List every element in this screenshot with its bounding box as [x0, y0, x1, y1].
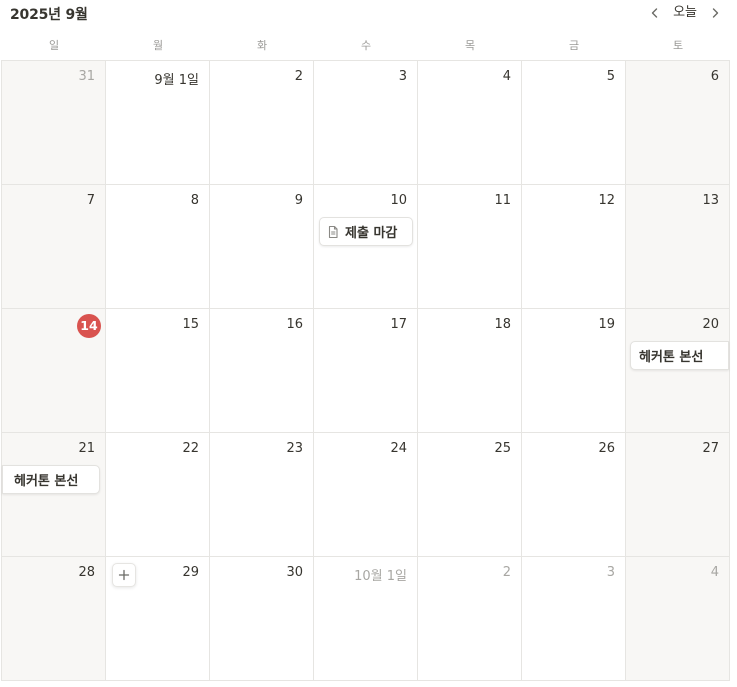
day-cell[interactable]: 3 — [522, 557, 626, 681]
day-number: 5 — [606, 69, 615, 84]
day-cell[interactable]: 13 — [626, 185, 730, 309]
day-number: 20 — [702, 317, 719, 332]
day-cell[interactable]: 25 — [418, 433, 522, 557]
calendar-grid: 31 9월 1일 2 3 4 5 6 7 8 9 10 제출 마감 11 12 … — [1, 60, 730, 681]
day-cell[interactable]: 10월 1일 — [314, 557, 418, 681]
weekday-label: 수 — [360, 39, 372, 52]
day-cell[interactable]: 18 — [418, 309, 522, 433]
weekday-label: 일 — [48, 39, 60, 52]
day-number: 3 — [606, 565, 615, 580]
day-cell[interactable]: 11 — [418, 185, 522, 309]
day-number: 27 — [702, 441, 719, 456]
weekday-label: 토 — [672, 39, 684, 52]
day-cell[interactable]: 15 — [106, 309, 210, 433]
prev-month-button[interactable] — [645, 3, 665, 23]
next-month-button[interactable] — [705, 3, 725, 23]
event-title: 헤커톤 본선 — [639, 350, 704, 365]
day-cell[interactable]: 19 — [522, 309, 626, 433]
weekday-label: 금 — [568, 39, 580, 52]
add-event-button[interactable] — [112, 563, 136, 587]
event-title: 헤커톤 본선 — [14, 474, 79, 489]
day-number: 10 — [390, 193, 407, 208]
day-number: 30 — [286, 565, 303, 580]
calendar-header: 2025년 9월 오늘 — [0, 0, 737, 30]
chevron-left-icon — [651, 8, 658, 18]
day-cell[interactable]: 17 — [314, 309, 418, 433]
day-number: 17 — [390, 317, 407, 332]
chevron-right-icon — [712, 8, 719, 18]
day-cell[interactable]: 24 — [314, 433, 418, 557]
day-number: 12 — [598, 193, 615, 208]
day-cell[interactable]: 12 — [522, 185, 626, 309]
day-cell[interactable]: 27 — [626, 433, 730, 557]
day-cell[interactable]: 7 — [2, 185, 106, 309]
day-number: 13 — [702, 193, 719, 208]
day-number: 6 — [710, 69, 719, 84]
month-title: 2025년 9월 — [10, 7, 88, 23]
day-cell[interactable]: 9 — [210, 185, 314, 309]
day-cell[interactable]: 9월 1일 — [106, 61, 210, 185]
day-cell[interactable]: 28 — [2, 557, 106, 681]
day-cell[interactable]: 30 — [210, 557, 314, 681]
day-number: 11 — [494, 193, 511, 208]
day-number: 19 — [598, 317, 615, 332]
day-number: 16 — [286, 317, 303, 332]
plus-icon — [118, 569, 130, 581]
day-number: 10월 1일 — [354, 569, 407, 584]
event-hackathon-continued[interactable]: 헤커톤 본선 — [2, 465, 100, 494]
day-cell[interactable]: 20 헤커톤 본선 — [626, 309, 730, 433]
day-number: 25 — [494, 441, 511, 456]
day-number: 24 — [390, 441, 407, 456]
day-cell[interactable]: 4 — [418, 61, 522, 185]
today-badge: 14 — [77, 314, 101, 338]
day-number: 4 — [710, 565, 719, 580]
event-hackathon[interactable]: 헤커톤 본선 — [630, 341, 729, 370]
day-number: 7 — [86, 193, 95, 208]
day-number: 15 — [182, 317, 199, 332]
day-number: 9 — [294, 193, 303, 208]
event-deadline[interactable]: 제출 마감 — [319, 217, 413, 246]
day-number: 31 — [78, 69, 95, 84]
weekday-label: 목 — [464, 39, 476, 52]
day-cell[interactable]: 14 — [2, 309, 106, 433]
month-navigation: 오늘 — [645, 3, 725, 23]
day-number: 28 — [78, 565, 95, 580]
day-number: 26 — [598, 441, 615, 456]
day-number: 8 — [190, 193, 199, 208]
day-cell[interactable]: 29 — [106, 557, 210, 681]
day-cell[interactable]: 2 — [210, 61, 314, 185]
day-cell[interactable]: 6 — [626, 61, 730, 185]
day-cell[interactable]: 21 헤커톤 본선 — [2, 433, 106, 557]
day-number: 22 — [182, 441, 199, 456]
day-cell[interactable]: 3 — [314, 61, 418, 185]
document-icon — [326, 225, 340, 239]
event-title: 제출 마감 — [345, 226, 398, 241]
day-number: 3 — [398, 69, 407, 84]
day-cell[interactable]: 16 — [210, 309, 314, 433]
day-number: 29 — [182, 565, 199, 580]
day-number: 9월 1일 — [154, 73, 199, 88]
weekday-header-row: 일 월 화 수 목 금 토 — [2, 36, 730, 56]
day-cell[interactable]: 8 — [106, 185, 210, 309]
day-number: 21 — [78, 441, 95, 456]
day-number: 18 — [494, 317, 511, 332]
today-button[interactable]: 오늘 — [665, 3, 705, 23]
day-number: 2 — [294, 69, 303, 84]
day-cell[interactable]: 5 — [522, 61, 626, 185]
day-cell[interactable]: 31 — [2, 61, 106, 185]
day-cell[interactable]: 10 제출 마감 — [314, 185, 418, 309]
day-number: 4 — [502, 69, 511, 84]
day-cell[interactable]: 22 — [106, 433, 210, 557]
day-cell[interactable]: 2 — [418, 557, 522, 681]
day-number: 2 — [502, 565, 511, 580]
day-cell[interactable]: 23 — [210, 433, 314, 557]
weekday-label: 월 — [152, 39, 164, 52]
weekday-label: 화 — [256, 39, 268, 52]
day-number: 23 — [286, 441, 303, 456]
day-cell[interactable]: 4 — [626, 557, 730, 681]
day-cell[interactable]: 26 — [522, 433, 626, 557]
